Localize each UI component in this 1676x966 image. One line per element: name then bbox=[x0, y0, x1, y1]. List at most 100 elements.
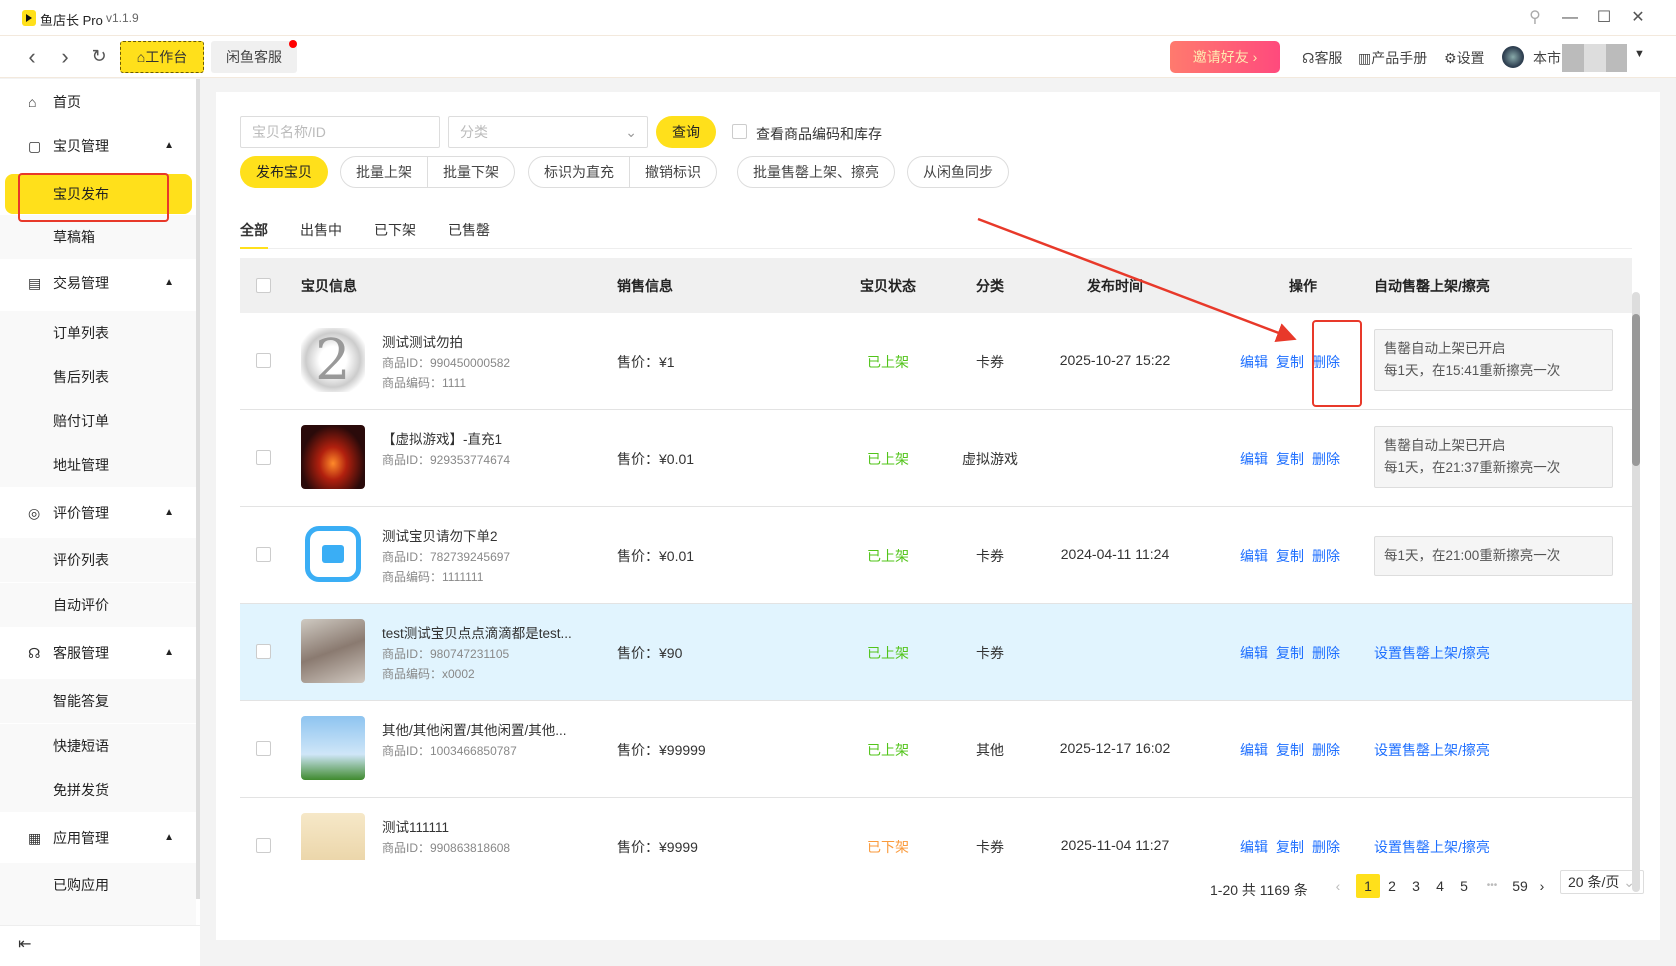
copy-link[interactable]: 复制 bbox=[1276, 354, 1304, 370]
item-name[interactable]: 测试测试勿拍 bbox=[382, 331, 463, 351]
auto-relist-box[interactable]: 每1天，在21:00重新擦亮一次 bbox=[1374, 536, 1613, 576]
row-checkbox[interactable] bbox=[256, 547, 271, 562]
sidebar-scrollbar[interactable] bbox=[196, 79, 200, 899]
settings-link[interactable]: ⚙设置 bbox=[1444, 48, 1485, 68]
table-scrollbar-thumb[interactable] bbox=[1632, 314, 1640, 466]
mark-direct-button[interactable]: 标识为直充 bbox=[529, 157, 630, 187]
category-select[interactable]: 分类 ⌄ bbox=[448, 116, 648, 148]
invite-friends-button[interactable]: 邀请好友 › bbox=[1170, 41, 1280, 73]
forward-icon[interactable]: › bbox=[54, 44, 76, 70]
edit-link[interactable]: 编辑 bbox=[1240, 742, 1268, 758]
item-name[interactable]: test测试宝贝点点滴滴都是test... bbox=[382, 622, 572, 642]
select-all-checkbox[interactable] bbox=[256, 278, 271, 293]
edit-link[interactable]: 编辑 bbox=[1240, 645, 1268, 661]
item-name[interactable]: 测试111111 bbox=[382, 816, 449, 836]
sidebar-item[interactable]: 地址管理 bbox=[0, 443, 196, 487]
sidebar-item[interactable]: 赔付订单 bbox=[0, 399, 196, 443]
publish-item-button[interactable]: 发布宝贝 bbox=[240, 156, 328, 188]
sidebar-item[interactable]: 快捷短语 bbox=[0, 724, 196, 768]
sidebar-item[interactable]: ◎ 评价管理 ▲ bbox=[0, 491, 196, 535]
row-checkbox[interactable] bbox=[256, 353, 271, 368]
item-name[interactable]: 【虚拟游戏】-直充1 bbox=[382, 428, 502, 448]
auto-relist-box[interactable]: 售罄自动上架已开启 每1天，在15:41重新擦亮一次 bbox=[1374, 329, 1613, 391]
row-checkbox[interactable] bbox=[256, 644, 271, 659]
avatar[interactable] bbox=[1502, 46, 1524, 68]
sidebar-item[interactable]: ⌂ 首页 bbox=[0, 80, 196, 124]
sidebar-item[interactable]: ▢ 宝贝管理 ▲ bbox=[0, 124, 196, 168]
item-name[interactable]: 测试宝贝请勿下单2 bbox=[382, 525, 498, 545]
close-button[interactable]: ✕ bbox=[1627, 8, 1649, 28]
maximize-button[interactable]: ☐ bbox=[1593, 8, 1615, 28]
page-button[interactable]: 1 bbox=[1356, 874, 1380, 898]
copy-link[interactable]: 复制 bbox=[1276, 742, 1304, 758]
sidebar-item[interactable]: 草稿箱 bbox=[0, 215, 196, 259]
sidebar-item[interactable]: 智能答复 bbox=[0, 679, 196, 723]
unmark-button[interactable]: 撤销标识 bbox=[630, 157, 716, 187]
page-button[interactable]: 4 bbox=[1428, 874, 1452, 898]
minimize-button[interactable]: — bbox=[1559, 8, 1581, 28]
row-checkbox[interactable] bbox=[256, 838, 271, 853]
edit-link[interactable]: 编辑 bbox=[1240, 839, 1268, 855]
show-code-stock-checkbox[interactable] bbox=[732, 124, 747, 139]
sidebar-item[interactable]: 宝贝发布 bbox=[5, 174, 192, 214]
tab-all[interactable]: 全部 bbox=[240, 220, 268, 240]
delete-link[interactable]: 删除 bbox=[1312, 451, 1340, 467]
sidebar-item[interactable]: 售后列表 bbox=[0, 355, 196, 399]
batch-off-shelf-button[interactable]: 批量下架 bbox=[428, 157, 514, 187]
batch-on-shelf-button[interactable]: 批量上架 bbox=[341, 157, 428, 187]
prev-page-button[interactable]: ‹ bbox=[1326, 874, 1350, 898]
next-page-button[interactable]: › bbox=[1530, 874, 1554, 898]
page-button[interactable]: 3 bbox=[1404, 874, 1428, 898]
sidebar-item[interactable]: ▤ 交易管理 ▲ bbox=[0, 261, 196, 305]
tab-sold-out[interactable]: 已售罄 bbox=[448, 220, 490, 240]
page-button[interactable]: ••• bbox=[1480, 874, 1504, 898]
user-name[interactable]: 本市 bbox=[1533, 48, 1561, 68]
auto-relist-box[interactable]: 售罄自动上架已开启 每1天，在21:37重新擦亮一次 bbox=[1374, 426, 1613, 488]
edit-link[interactable]: 编辑 bbox=[1240, 451, 1268, 467]
back-icon[interactable]: ‹ bbox=[21, 44, 43, 70]
delete-link[interactable]: 删除 bbox=[1312, 354, 1340, 370]
copy-link[interactable]: 复制 bbox=[1276, 548, 1304, 564]
delete-link[interactable]: 删除 bbox=[1312, 548, 1340, 564]
sidebar-item[interactable]: 已购应用 bbox=[0, 863, 196, 907]
page-button[interactable]: 59 bbox=[1508, 874, 1532, 898]
tab-xianyu-service[interactable]: 闲鱼客服 bbox=[211, 41, 297, 73]
refresh-icon[interactable]: ↻ bbox=[88, 46, 110, 67]
delete-link[interactable]: 删除 bbox=[1312, 839, 1340, 855]
edit-link[interactable]: 编辑 bbox=[1240, 354, 1268, 370]
page-button[interactable]: 2 bbox=[1380, 874, 1404, 898]
blurred-username bbox=[1562, 44, 1627, 72]
tab-off-shelf[interactable]: 已下架 bbox=[374, 220, 416, 240]
pin-icon[interactable]: ⚲ bbox=[1524, 8, 1546, 28]
batch-soldout-button[interactable]: 批量售罄上架、擦亮 bbox=[738, 157, 894, 187]
manual-link[interactable]: ▥产品手册 bbox=[1358, 48, 1427, 68]
page-size-select[interactable]: 20 条/页 ⌄ bbox=[1560, 870, 1644, 894]
service-link[interactable]: ☊客服 bbox=[1302, 48, 1342, 68]
sidebar-item[interactable]: 评价列表 bbox=[0, 538, 196, 582]
sidebar-item[interactable]: 免拼发货 bbox=[0, 768, 196, 812]
sync-from-xianyu-button[interactable]: 从闲鱼同步 bbox=[908, 157, 1008, 187]
item-name[interactable]: 其他/其他闲置/其他闲置/其他... bbox=[382, 719, 567, 739]
copy-link[interactable]: 复制 bbox=[1276, 451, 1304, 467]
copy-link[interactable]: 复制 bbox=[1276, 645, 1304, 661]
edit-link[interactable]: 编辑 bbox=[1240, 548, 1268, 564]
copy-link[interactable]: 复制 bbox=[1276, 839, 1304, 855]
caret-down-icon[interactable]: ▼ bbox=[1634, 48, 1645, 60]
sidebar-item[interactable]: 自动评价 bbox=[0, 583, 196, 627]
delete-link[interactable]: 删除 bbox=[1312, 742, 1340, 758]
sidebar-item[interactable]: ▦ 应用管理 ▲ bbox=[0, 816, 196, 860]
collapse-menu-icon[interactable]: ⇤ bbox=[18, 934, 31, 954]
set-auto-relist-link[interactable]: 设置售罄上架/擦亮 bbox=[1374, 643, 1490, 663]
tab-workbench[interactable]: ⌂工作台 bbox=[120, 41, 204, 73]
sidebar-item[interactable]: ☊ 客服管理 ▲ bbox=[0, 631, 196, 675]
set-auto-relist-link[interactable]: 设置售罄上架/擦亮 bbox=[1374, 740, 1490, 760]
row-checkbox[interactable] bbox=[256, 450, 271, 465]
query-button[interactable]: 查询 bbox=[656, 116, 716, 148]
row-checkbox[interactable] bbox=[256, 741, 271, 756]
tab-on-sale[interactable]: 出售中 bbox=[300, 220, 342, 240]
sidebar-item[interactable]: 订单列表 bbox=[0, 311, 196, 355]
set-auto-relist-link[interactable]: 设置售罄上架/擦亮 bbox=[1374, 837, 1490, 857]
item-name-search-input[interactable]: 宝贝名称/ID bbox=[240, 116, 440, 148]
page-button[interactable]: 5 bbox=[1452, 874, 1476, 898]
delete-link[interactable]: 删除 bbox=[1312, 645, 1340, 661]
